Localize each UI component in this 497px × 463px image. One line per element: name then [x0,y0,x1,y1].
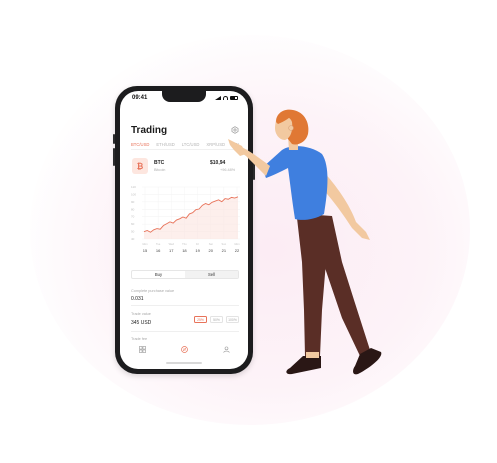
left-ankle [306,352,319,358]
left-shoe [286,356,321,375]
right-shoe [353,348,382,375]
pointing-hand [228,139,246,156]
person-illustration [228,109,382,375]
shirt [262,146,328,220]
ear [288,125,294,131]
pants-front-leg [297,216,326,356]
